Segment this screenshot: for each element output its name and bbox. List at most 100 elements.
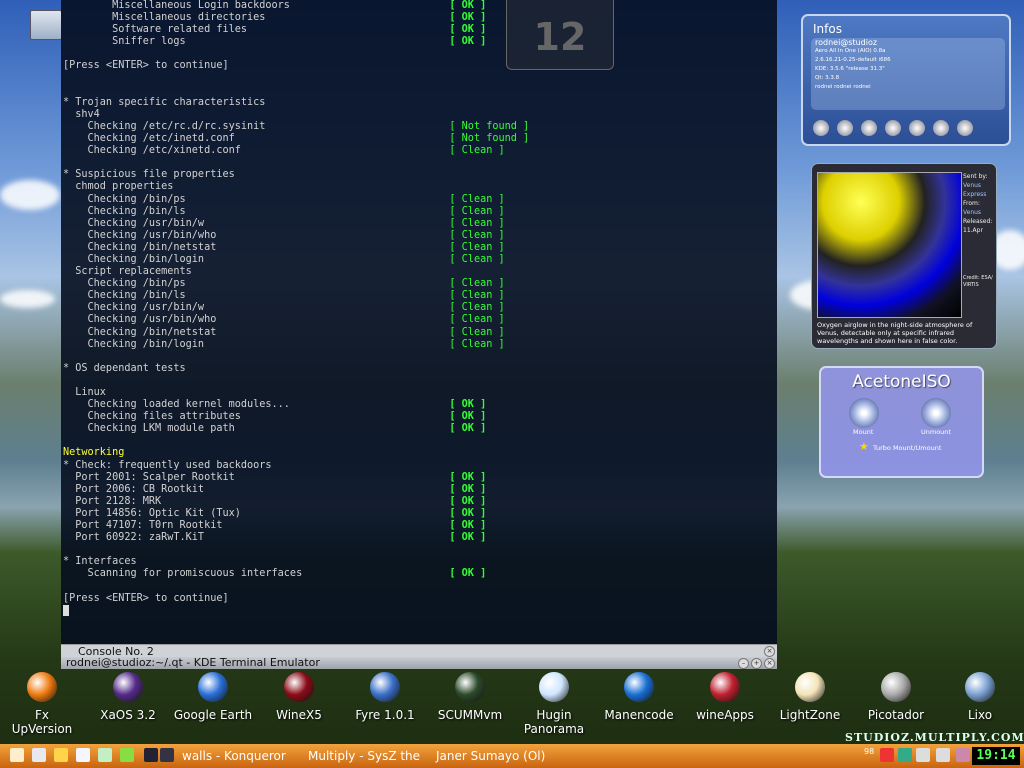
terminal-line-text: Checking /bin/ls (63, 290, 450, 302)
text-cursor (63, 604, 69, 616)
dock-item[interactable]: wineApps (685, 672, 765, 722)
turbo-label[interactable]: Turbo Mount/Umount (873, 444, 941, 452)
globe-icon[interactable] (861, 120, 877, 136)
infos-kde: KDE: 3.5.6 "release 31.3" (815, 66, 885, 72)
terminal-line-text: Linux (63, 387, 106, 398)
terminal-line-text: Checking /usr/bin/who (63, 229, 450, 241)
dock-item[interactable]: Hugin Panorama (514, 672, 594, 736)
terminal-line-text: * Suspicious file properties (63, 169, 235, 181)
globe-icon (198, 672, 228, 702)
dock-item[interactable]: Manencode (599, 672, 679, 722)
terminal-line-text: Checking /etc/xinetd.conf (63, 145, 450, 157)
dock-item-label: Hugin Panorama (523, 708, 585, 736)
clock[interactable]: 19:14 (972, 747, 1020, 765)
status-result: [ OK ] (449, 568, 487, 580)
gear-icon[interactable] (98, 748, 112, 762)
task-multiply[interactable]: Multiply - SysZ the (308, 748, 432, 764)
desktop-pager-icon[interactable] (160, 748, 174, 762)
terminal-line: Sniffer logs [ OK ] (63, 36, 777, 48)
dock-item-label: Fyre 1.0.1 (355, 708, 415, 722)
terminal-line-text: [Press <ENTER> to continue] (63, 60, 229, 72)
star-tool-icon[interactable] (76, 748, 90, 762)
joystick-icon (710, 672, 740, 702)
xaos-icon (113, 672, 143, 702)
sent-by-value: Venus Express (963, 182, 987, 198)
terminal-line: * Interfaces (63, 556, 777, 568)
terminal-line-text: Checking /bin/netstat (63, 326, 450, 338)
dock-item[interactable]: LightZone (770, 672, 850, 722)
from-value: Venus (963, 209, 982, 216)
dock-item-label: Google Earth (173, 708, 253, 722)
docs-icon[interactable] (957, 120, 973, 136)
disk-icon[interactable] (837, 120, 853, 136)
chip-icon[interactable] (885, 120, 901, 136)
terminal-text: Miscellaneous Login backdoors [ OK ] Mis… (61, 0, 777, 619)
dock-item[interactable]: Google Earth (173, 672, 253, 722)
space-image-widget[interactable]: Sent by: Venus Express From: Venus Relea… (811, 163, 997, 349)
infos-distro: Aero All In One (AIO) 0.8a (815, 48, 886, 54)
taskbar: walls - Konqueror Multiply - SysZ the Ja… (0, 744, 1024, 768)
status-result: [ OK ] (449, 12, 487, 24)
acetoneiso-widget[interactable]: AcetoneISO Mount Unmount ★ Turbo Mount/U… (819, 366, 984, 478)
status-result: [ Clean ] (449, 302, 505, 314)
dock-item[interactable]: XaOS 3.2 (88, 672, 168, 722)
clock-icon[interactable] (909, 120, 925, 136)
dock-item[interactable]: WineX5 (259, 672, 339, 722)
network-icon[interactable] (813, 120, 829, 136)
desktop-pager-icon[interactable] (144, 748, 158, 762)
dock-item[interactable]: SCUMMvm (430, 672, 510, 722)
terminal-line: Checking /usr/bin/who [ Clean ] (63, 230, 777, 242)
terminal-line-text: Checking /bin/ps (63, 278, 450, 290)
infos-title: Infos (813, 22, 842, 36)
volume-level[interactable]: 98 (864, 744, 874, 760)
dock-item-label: XaOS 3.2 (100, 708, 156, 722)
tools-icon[interactable] (54, 748, 68, 762)
terminal-line-text: chmod properties (63, 181, 174, 193)
desktop-computer-icon[interactable] (30, 10, 62, 40)
close-tab-icon[interactable]: × (764, 646, 775, 657)
terminal-line-text: Networking (63, 447, 125, 459)
dock-item[interactable]: Fyre 1.0.1 (345, 672, 425, 722)
dock-item[interactable]: Picotador (856, 672, 936, 722)
dock-item-label: wineApps (696, 708, 754, 722)
terminal-line: * OS dependant tests (63, 363, 777, 375)
status-result: [ Clean ] (449, 193, 505, 205)
dock-item[interactable]: Fx UpVersion (2, 672, 82, 736)
terminal-line-text: Checking /etc/inetd.conf (63, 133, 450, 145)
terminal-line-text: Checking /bin/ps (63, 193, 450, 205)
infos-panel: rodnei@studioz Aero All In One (AIO) 0.8… (811, 38, 1005, 110)
clipboard-tray-icon[interactable] (916, 748, 930, 762)
terminal-line-text: Checking /bin/login (63, 338, 450, 350)
network-tray-icon[interactable] (880, 748, 894, 762)
browser-icon[interactable] (32, 748, 46, 762)
task-janer[interactable]: Janer Sumayo (Ol) (436, 748, 560, 764)
status-result: [ Clean ] (449, 241, 505, 253)
home-icon[interactable] (10, 748, 24, 762)
status-result: [ OK ] (449, 532, 487, 544)
dock-item[interactable]: Lixo (940, 672, 1020, 722)
infos-widget[interactable]: Infos rodnei@studioz Aero All In One (AI… (801, 14, 1011, 146)
unmount-disc-icon[interactable] (921, 398, 951, 428)
status-result: [ OK ] (449, 0, 487, 11)
terminal-line: * Suspicious file properties (63, 169, 777, 181)
status-result: [ Clean ] (449, 338, 505, 350)
shield-tray-icon[interactable] (898, 748, 912, 762)
fyre-icon (370, 672, 400, 702)
battery-tray-icon[interactable] (956, 748, 970, 762)
terminal-output[interactable]: 12 Miscellaneous Login backdoors [ OK ] … (61, 0, 777, 644)
terminal-line: Checking /etc/xinetd.conf [ Clean ] (63, 145, 777, 157)
venus-picture (817, 172, 962, 318)
mount-disc-icon[interactable] (849, 398, 879, 428)
gem-icon[interactable] (120, 748, 134, 762)
terminal-line-text: Checking /usr/bin/w (63, 217, 450, 229)
terminal-line-text: Port 60922: zaRwT.KiT (63, 532, 450, 544)
unmount-label: Unmount (921, 428, 951, 436)
task-konqueror[interactable]: walls - Konqueror (182, 748, 300, 764)
status-result: [ Not found ] (449, 133, 530, 145)
infos-kernel: 2.6.16.21-0.25-default i686 (815, 57, 891, 63)
notes-tray-icon[interactable] (936, 748, 950, 762)
status-result: [ OK ] (449, 423, 487, 435)
cd-icon[interactable] (933, 120, 949, 136)
